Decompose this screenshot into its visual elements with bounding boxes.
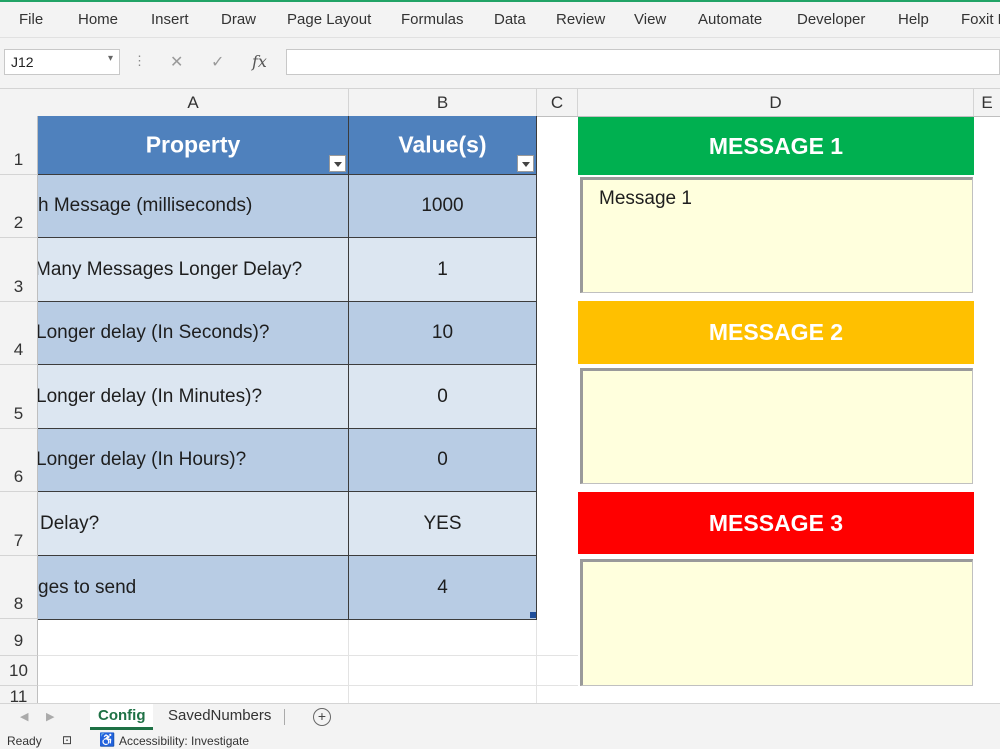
ribbon-tab-view[interactable]: View	[634, 11, 666, 28]
table-row[interactable]: Delay?	[38, 492, 349, 556]
table-row[interactable]: Longer delay (In Hours)?	[38, 429, 349, 492]
enter-icon[interactable]: ✓	[211, 52, 224, 72]
table-cell-value[interactable]: YES	[349, 492, 537, 556]
table-cell-value[interactable]: 0	[349, 429, 537, 492]
ribbon-tab-page-layout[interactable]: Page Layout	[287, 11, 371, 28]
name-box-value: J12	[11, 54, 34, 70]
filter-dropdown-icon[interactable]	[329, 155, 346, 172]
scroll-right-icon[interactable]: ▶	[46, 710, 54, 723]
status-bar: Ready ⊡ ♿ Accessibility: Investigate	[0, 731, 1000, 749]
status-ready: Ready	[7, 734, 42, 748]
table-row[interactable]: Many Messages Longer Delay?	[38, 238, 349, 302]
insert-function-icon[interactable]: fx	[252, 52, 267, 71]
cancel-icon[interactable]: ✕	[170, 52, 183, 72]
table-row[interactable]: ges to send	[38, 556, 349, 620]
ribbon-tab-automate[interactable]: Automate	[698, 11, 762, 28]
row-header-8[interactable]: 8	[0, 556, 38, 619]
row-header-5[interactable]: 5	[0, 365, 38, 429]
table-cell-value[interactable]: 10	[349, 302, 537, 365]
sheet-tab-bar: ◀ ▶ Config SavedNumbers +	[0, 703, 1000, 732]
table-cell-value[interactable]: 4	[349, 556, 537, 620]
row-header-11[interactable]: 11	[0, 686, 38, 706]
table-cell-value[interactable]: 1000	[349, 175, 537, 238]
sheet-tab-config[interactable]: Config	[90, 704, 154, 730]
header-property[interactable]: Property	[38, 116, 349, 175]
ribbon-tab-formulas[interactable]: Formulas	[401, 11, 464, 28]
name-box[interactable]: J12 ▾	[4, 49, 120, 75]
row-header-7[interactable]: 7	[0, 492, 38, 556]
formula-input[interactable]	[286, 49, 1000, 75]
ribbon-tab-review[interactable]: Review	[556, 11, 605, 28]
add-sheet-icon[interactable]: +	[313, 708, 331, 726]
table-row[interactable]: Longer delay (In Seconds)?	[38, 302, 349, 365]
ribbon-tab-help[interactable]: Help	[898, 11, 929, 28]
ribbon-tab-foxit[interactable]: Foxit P	[961, 11, 1000, 28]
header-values[interactable]: Value(s)	[349, 116, 537, 175]
table-row[interactable]: h Message (milliseconds)	[38, 175, 349, 238]
tab-separator	[284, 709, 285, 725]
row-header-6[interactable]: 6	[0, 429, 38, 492]
column-header-e[interactable]: E	[974, 89, 1000, 116]
message-2-header: MESSAGE 2	[578, 301, 974, 364]
ribbon-tab-insert[interactable]: Insert	[151, 11, 189, 28]
row-header-4[interactable]: 4	[0, 302, 38, 365]
row-header-3[interactable]: 3	[0, 238, 38, 302]
message-3-textbox[interactable]	[580, 559, 973, 686]
table-cell-value[interactable]: 0	[349, 365, 537, 429]
formula-bar: J12 ▾ ⋮ ✕ ✓ fx	[0, 38, 1000, 89]
accessibility-status[interactable]: Accessibility: Investigate	[119, 734, 249, 748]
message-2-textbox[interactable]	[580, 368, 973, 484]
ribbon-tab-developer[interactable]: Developer	[797, 11, 865, 28]
row-header-2[interactable]: 2	[0, 175, 38, 238]
sheet-tab-savednumbers[interactable]: SavedNumbers	[160, 704, 279, 730]
ribbon-tab-home[interactable]: Home	[78, 11, 118, 28]
ribbon-tab-file[interactable]: File	[19, 11, 43, 28]
ribbon-menu: File Home Insert Draw Page Layout Formul…	[0, 0, 1000, 38]
column-header-a[interactable]: A	[38, 89, 349, 116]
ribbon-tab-draw[interactable]: Draw	[221, 11, 256, 28]
message-3-header: MESSAGE 3	[578, 492, 974, 554]
table-cell-value[interactable]: 1	[349, 238, 537, 302]
row-header-1[interactable]: 1	[0, 116, 38, 175]
table-resize-handle[interactable]	[530, 612, 536, 618]
column-header-c[interactable]: C	[537, 89, 578, 116]
chevron-down-icon[interactable]: ▾	[108, 53, 113, 64]
column-headers: A B C D E	[0, 89, 1000, 117]
column-header-d[interactable]: D	[578, 89, 974, 116]
scroll-left-icon[interactable]: ◀	[20, 710, 28, 723]
row-header-10[interactable]: 10	[0, 656, 38, 686]
column-header-b[interactable]: B	[349, 89, 537, 116]
row-header-9[interactable]: 9	[0, 619, 38, 656]
table-row[interactable]: Longer delay (In Minutes)?	[38, 365, 349, 429]
more-options-icon[interactable]: ⋮	[133, 53, 146, 69]
filter-dropdown-icon[interactable]	[517, 155, 534, 172]
ribbon-tab-data[interactable]: Data	[494, 11, 526, 28]
accessibility-icon[interactable]: ♿	[99, 732, 115, 748]
message-1-textbox[interactable]: Message 1	[580, 177, 973, 293]
message-1-header: MESSAGE 1	[578, 117, 974, 175]
macro-record-icon[interactable]: ⊡	[62, 733, 72, 747]
